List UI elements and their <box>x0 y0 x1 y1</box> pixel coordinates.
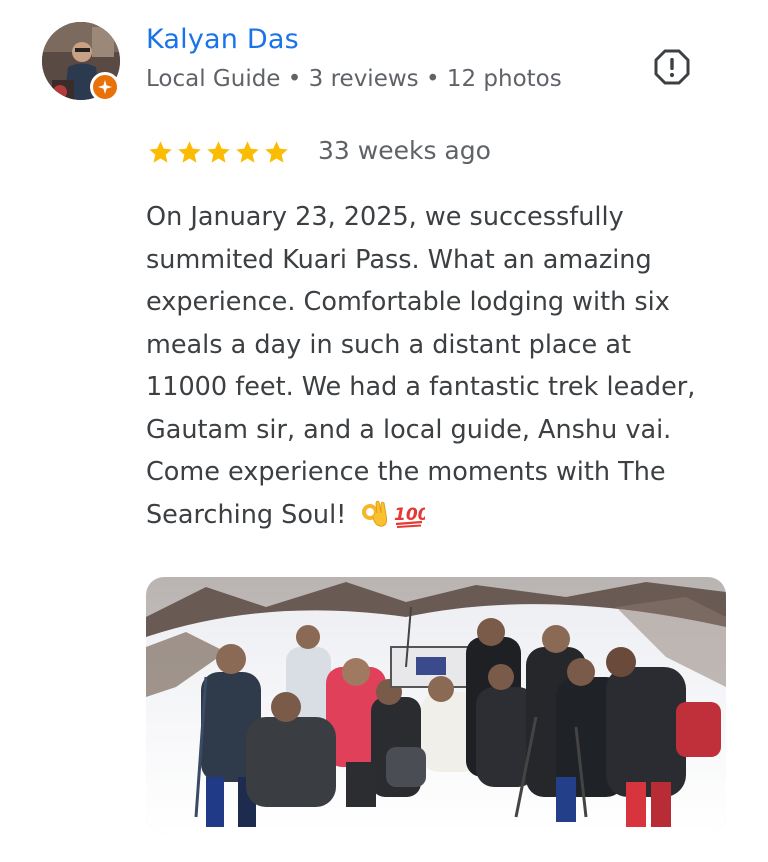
review-line: summited Kuari Pass. What an amazing <box>146 244 652 275</box>
review-line: Gautam sir, and a local guide, Anshu vai… <box>146 414 672 445</box>
report-exclamation-icon <box>654 49 690 85</box>
review-text: On January 23, 2025, we successfully sum… <box>146 196 736 542</box>
report-review-button[interactable] <box>652 47 692 87</box>
group-trek-snow-photo <box>146 577 726 833</box>
local-guide-badge-icon <box>90 72 120 102</box>
reviewer-meta: Local Guide • 3 reviews • 12 photos <box>146 66 562 92</box>
review-line: Searching Soul! <box>146 499 347 530</box>
review-line: experience. Comfortable lodging with six <box>146 287 670 317</box>
review-time: 33 weeks ago <box>318 136 491 165</box>
rating-stars <box>146 139 291 166</box>
reviewer-name[interactable]: Kalyan Das <box>146 24 299 55</box>
review-photo[interactable] <box>146 577 726 833</box>
star-icon <box>265 141 288 163</box>
star-icon <box>207 141 230 163</box>
review-line: Come experience the moments with The <box>146 457 666 487</box>
star-icon <box>149 141 172 163</box>
review-line: meals a day in such a distant place at <box>146 329 631 360</box>
review-line: 11000 feet. We had a fantastic trek lead… <box>146 372 696 402</box>
star-icon <box>236 141 259 163</box>
ok-hand-emoji-icon <box>359 499 389 543</box>
star-icon <box>178 141 201 163</box>
hundred-points-emoji-icon: 100 <box>393 500 429 543</box>
review-line: On January 23, 2025, we successfully <box>146 202 624 232</box>
